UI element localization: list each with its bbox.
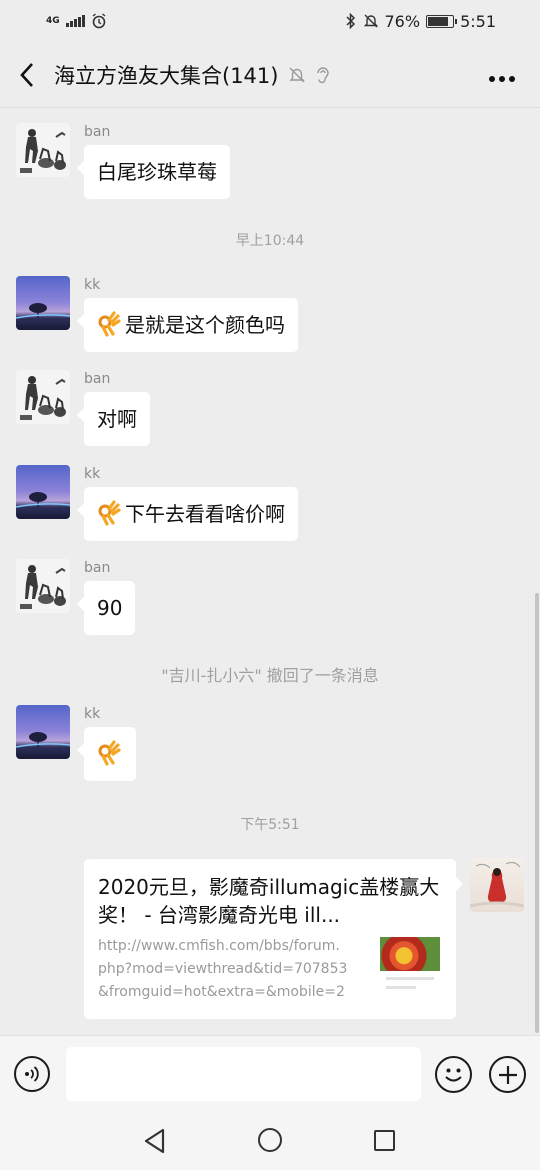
plus-icon xyxy=(498,1065,517,1084)
message-row: kk xyxy=(16,705,136,781)
battery-percent: 76% xyxy=(384,11,421,31)
message-text: 90 xyxy=(97,596,123,620)
message-bubble[interactable]: 90 xyxy=(76,581,136,635)
input-bar xyxy=(0,1035,540,1111)
ok-hand-emoji-icon xyxy=(98,500,121,526)
message-row: kk 是就是这个颜色吗 xyxy=(16,276,298,352)
home-circle-icon[interactable] xyxy=(258,1128,282,1152)
sender-name: kk xyxy=(84,277,101,293)
plus-button[interactable] xyxy=(489,1056,526,1093)
chat-header: 海立方渔友大集合(141) xyxy=(0,42,540,108)
message-bubble[interactable]: 白尾珍珠草莓 xyxy=(77,145,230,199)
message-bubble[interactable]: 是就是这个颜色吗 xyxy=(77,298,298,352)
status-bar: 4G 76% 5:51 xyxy=(0,0,540,42)
message-text: 下午去看看啥价啊 xyxy=(125,502,285,526)
link-title: 2020元旦，影魔奇illumagic盖楼赢大奖！ - 台湾影魔奇光电 ill.… xyxy=(98,875,440,927)
avatar-kk[interactable] xyxy=(16,465,70,519)
signal-icon xyxy=(65,15,85,27)
avatar-ban[interactable] xyxy=(16,370,70,424)
message-text: 白尾珍珠草莓 xyxy=(97,160,217,184)
message-bubble[interactable]: 对啊 xyxy=(77,392,150,446)
emoji-icon xyxy=(445,1068,462,1082)
link-url: http://www.cmfish.com/bbs/forum.php?mod=… xyxy=(98,938,348,1000)
more-button[interactable] xyxy=(488,60,516,90)
network-type: 4G xyxy=(46,15,60,26)
message-row: kk 下午去看看啥价啊 xyxy=(16,465,298,541)
message-bubble[interactable]: 下午去看看啥价啊 xyxy=(77,487,298,541)
alarm-icon xyxy=(92,13,106,29)
link-card[interactable]: 2020元旦，影魔奇illumagic盖楼赢大奖！ - 台湾影魔奇光电 ill.… xyxy=(84,859,463,1019)
back-button[interactable] xyxy=(0,42,54,108)
status-right: 76% 5:51 xyxy=(345,11,496,31)
emoji-button[interactable] xyxy=(435,1056,472,1093)
sender-name: ban xyxy=(84,124,111,140)
message-bubble[interactable] xyxy=(77,727,136,781)
ok-hand-emoji-icon xyxy=(98,311,121,337)
avatar-self[interactable] xyxy=(470,858,524,912)
message-text: 对啊 xyxy=(97,407,137,431)
mute-bell-icon xyxy=(363,14,378,28)
sender-name: kk xyxy=(84,706,101,722)
chevron-left-icon xyxy=(20,62,33,87)
back-triangle-icon[interactable] xyxy=(143,1128,167,1154)
more-icon xyxy=(489,76,515,82)
clock: 5:51 xyxy=(460,11,496,31)
sender-name: ban xyxy=(84,560,111,576)
system-notice: "吉川-扎小六" 撤回了一条消息 xyxy=(161,666,379,685)
message-row: ban 90 xyxy=(16,559,136,635)
avatar-ban[interactable] xyxy=(16,559,70,613)
sender-name: ban xyxy=(84,371,111,387)
voice-icon xyxy=(25,1066,39,1082)
timestamp: 下午5:51 xyxy=(240,817,300,833)
title-icons xyxy=(288,66,330,84)
avatar-ban[interactable] xyxy=(16,123,70,177)
voice-button[interactable] xyxy=(14,1056,50,1092)
ear-icon xyxy=(317,66,330,83)
avatar-kk[interactable] xyxy=(16,705,70,759)
avatar-kk[interactable] xyxy=(16,276,70,330)
message-text: 是就是这个颜色吗 xyxy=(125,313,285,337)
scrollbar[interactable] xyxy=(535,593,539,1033)
message-input[interactable] xyxy=(66,1047,421,1101)
timestamp: 早上10:44 xyxy=(235,233,305,249)
mute-bell-icon xyxy=(289,67,306,82)
battery-icon xyxy=(426,14,458,28)
message-row: ban 白尾珍珠草莓 xyxy=(16,123,230,199)
chat-area[interactable]: ban 白尾珍珠草莓 早上10:44 kk 是就是这个颜色吗 ban 对啊 kk… xyxy=(0,108,540,1035)
ok-hand-emoji-icon xyxy=(98,740,121,766)
message-row: ban 对啊 xyxy=(16,370,150,446)
status-left: 4G xyxy=(46,13,107,29)
link-thumbnail xyxy=(380,937,440,999)
chat-title[interactable]: 海立方渔友大集合(141) xyxy=(54,60,278,90)
bluetooth-icon xyxy=(345,13,355,29)
sender-name: kk xyxy=(84,466,101,482)
system-nav-bar xyxy=(0,1111,540,1170)
recents-square-icon[interactable] xyxy=(374,1130,395,1151)
